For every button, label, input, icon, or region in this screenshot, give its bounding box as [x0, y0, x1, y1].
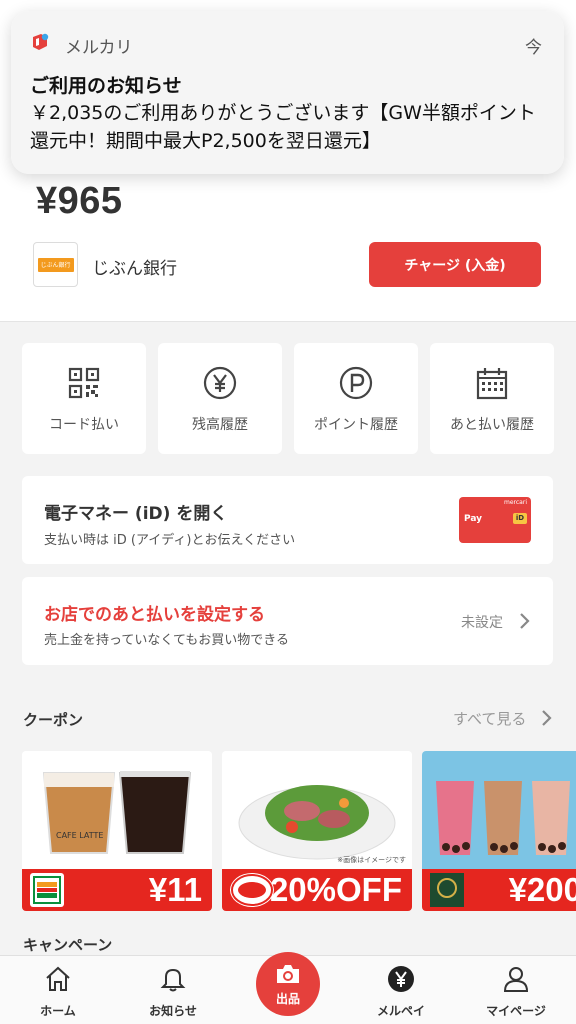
- notification-app-name: メルカリ: [65, 38, 133, 58]
- charge-button[interactable]: チャージ (入金): [369, 242, 541, 287]
- jonathan-logo-icon: [230, 873, 274, 907]
- sell-label: 出品: [275, 992, 300, 1006]
- cafe-latte-label: CAFE LATTE: [56, 831, 104, 840]
- yen-circle-icon: [203, 366, 237, 400]
- campaign-section-title: キャンペーン: [23, 936, 113, 954]
- chevron-right-icon[interactable]: [540, 709, 552, 727]
- card-brand-text: mercari: [504, 499, 527, 506]
- deferred-status: 未設定: [461, 615, 503, 631]
- deferred-setup-title: お店でのあと払いを設定する: [44, 605, 265, 625]
- pronto-logo-icon: [430, 873, 464, 907]
- point-history-button[interactable]: ポイント履歴: [294, 343, 418, 454]
- balance-amount: ¥965: [36, 180, 123, 222]
- bank-name: じぶん銀行: [92, 259, 177, 279]
- bubble-tea-image: [422, 751, 576, 869]
- id-open-subtitle: 支払い時は iD (アイディ)とお伝えください: [44, 533, 296, 548]
- merpay-id-card-image: mercari Pay iD: [459, 497, 531, 543]
- id-open-card[interactable]: 電子マネー (iD) を開く 支払い時は iD (アイディ)とお伝えください m…: [22, 476, 553, 564]
- point-history-label: ポイント履歴: [314, 417, 398, 433]
- coupon-amount: ¥11: [148, 871, 202, 908]
- coupon-amount: 20%OFF: [269, 871, 402, 908]
- card-pay-text: Pay: [464, 514, 483, 524]
- bank-logo-text: じぶん銀行: [37, 257, 74, 272]
- tab-mypage-label: マイページ: [486, 1004, 546, 1018]
- coupon-see-all-link[interactable]: すべて見る: [453, 708, 526, 729]
- calendar-icon: [476, 368, 508, 400]
- coupon-card-jonathan[interactable]: ※画像はイメージです 20%OFF: [222, 751, 412, 911]
- seven-eleven-logo-icon: [30, 873, 64, 907]
- home-icon: [46, 966, 70, 991]
- balance-history-label: 残高履歴: [192, 417, 248, 433]
- deferred-setup-subtitle: 売上金を持っていなくてもお買い物できる: [44, 633, 290, 648]
- deferred-history-label: あと払い履歴: [450, 417, 534, 433]
- image-note: ※画像はイメージです: [337, 856, 406, 864]
- deferred-history-button[interactable]: あと払い履歴: [430, 343, 554, 454]
- code-pay-label: コード払い: [49, 417, 119, 433]
- camera-icon: [277, 965, 299, 983]
- notification-body: ￥2,035のご利用ありがとうございます【GW半額ポイント還元中！期間中最大P2…: [30, 102, 536, 152]
- qr-code-icon: [68, 367, 100, 399]
- deferred-setup-card[interactable]: お店でのあと払いを設定する 売上金を持っていなくてもお買い物できる 未設定: [22, 577, 553, 665]
- tab-notifications-label: お知らせ: [149, 1004, 197, 1018]
- yen-coin-icon: [388, 966, 414, 992]
- card-id-logo: iD: [513, 513, 527, 524]
- notification-title: ご利用のお知らせ: [30, 75, 182, 97]
- coupon-card-seven-eleven[interactable]: CAFE LATTE ¥11: [22, 751, 212, 911]
- coupon-section-title: クーポン: [23, 711, 84, 729]
- bank-logo: じぶん銀行: [33, 242, 78, 287]
- code-pay-button[interactable]: コード払い: [22, 343, 146, 454]
- tab-merpay[interactable]: メルペイ: [351, 956, 451, 1024]
- coupon-amount: ¥200: [508, 871, 576, 908]
- salad-image: [222, 751, 412, 869]
- tab-home-label: ホーム: [40, 1004, 76, 1018]
- bottom-tab-bar: ホーム お知らせ 出品 メルペイ マイページ: [0, 952, 576, 1024]
- person-icon: [503, 967, 529, 992]
- chevron-right-icon: [520, 613, 530, 629]
- notification-time: 今: [525, 38, 542, 58]
- balance-history-button[interactable]: 残高履歴: [158, 343, 282, 454]
- point-circle-icon: [339, 366, 373, 400]
- tab-merpay-label: メルペイ: [376, 1004, 425, 1018]
- mercari-app-icon: [33, 33, 49, 50]
- push-notification[interactable]: メルカリ 今 ご利用のお知らせ ￥2,035のご利用ありがとうございます【GW半…: [11, 11, 564, 174]
- tab-home[interactable]: ホーム: [8, 956, 108, 1024]
- sell-button[interactable]: 出品: [256, 952, 320, 1016]
- coupon-card-pronto[interactable]: ¥200: [422, 751, 576, 911]
- id-open-title: 電子マネー (iD) を開く: [44, 504, 228, 524]
- tab-notifications[interactable]: お知らせ: [123, 956, 223, 1024]
- coffee-cups-image: [22, 751, 212, 869]
- tab-mypage[interactable]: マイページ: [466, 956, 566, 1024]
- bell-icon: [160, 968, 186, 992]
